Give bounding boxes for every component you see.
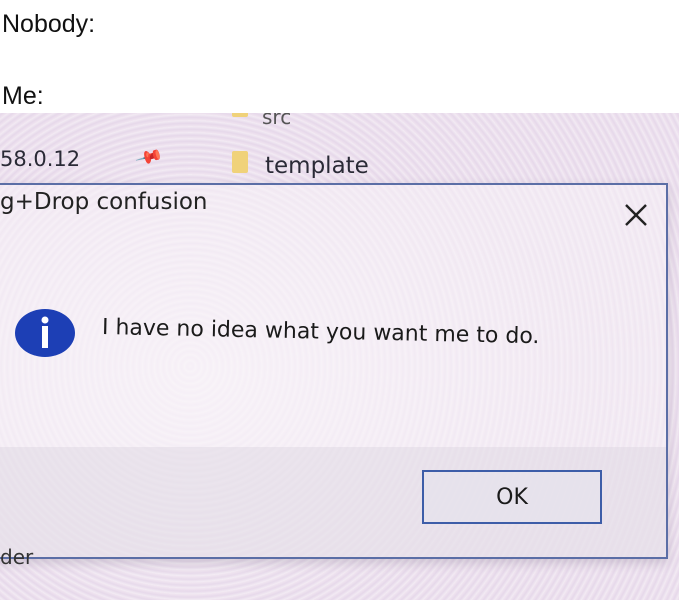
screenshot-photo: src 58.0.12 📌 template g+Drop confusion … [0,113,679,600]
info-icon [15,309,75,357]
folder-icon [232,113,248,117]
caption-nobody: Nobody: [2,10,96,38]
dialog-title: g+Drop confusion [0,189,208,215]
folder-icon [232,151,248,173]
explorer-item-version[interactable]: 58.0.12 [0,147,80,171]
close-button[interactable] [616,195,656,235]
pin-icon: 📌 [134,142,165,172]
explorer-item-bottom[interactable]: der [0,545,33,569]
dialog-message: I have no idea what you want me to do. [101,315,540,350]
close-icon [625,204,647,226]
explorer-item-src[interactable]: src [262,113,291,129]
explorer-item-template[interactable]: template [265,153,369,179]
ok-button[interactable]: OK [422,470,602,524]
caption-me: Me: [2,82,44,110]
message-dialog: g+Drop confusion I have no idea what you… [0,183,668,559]
